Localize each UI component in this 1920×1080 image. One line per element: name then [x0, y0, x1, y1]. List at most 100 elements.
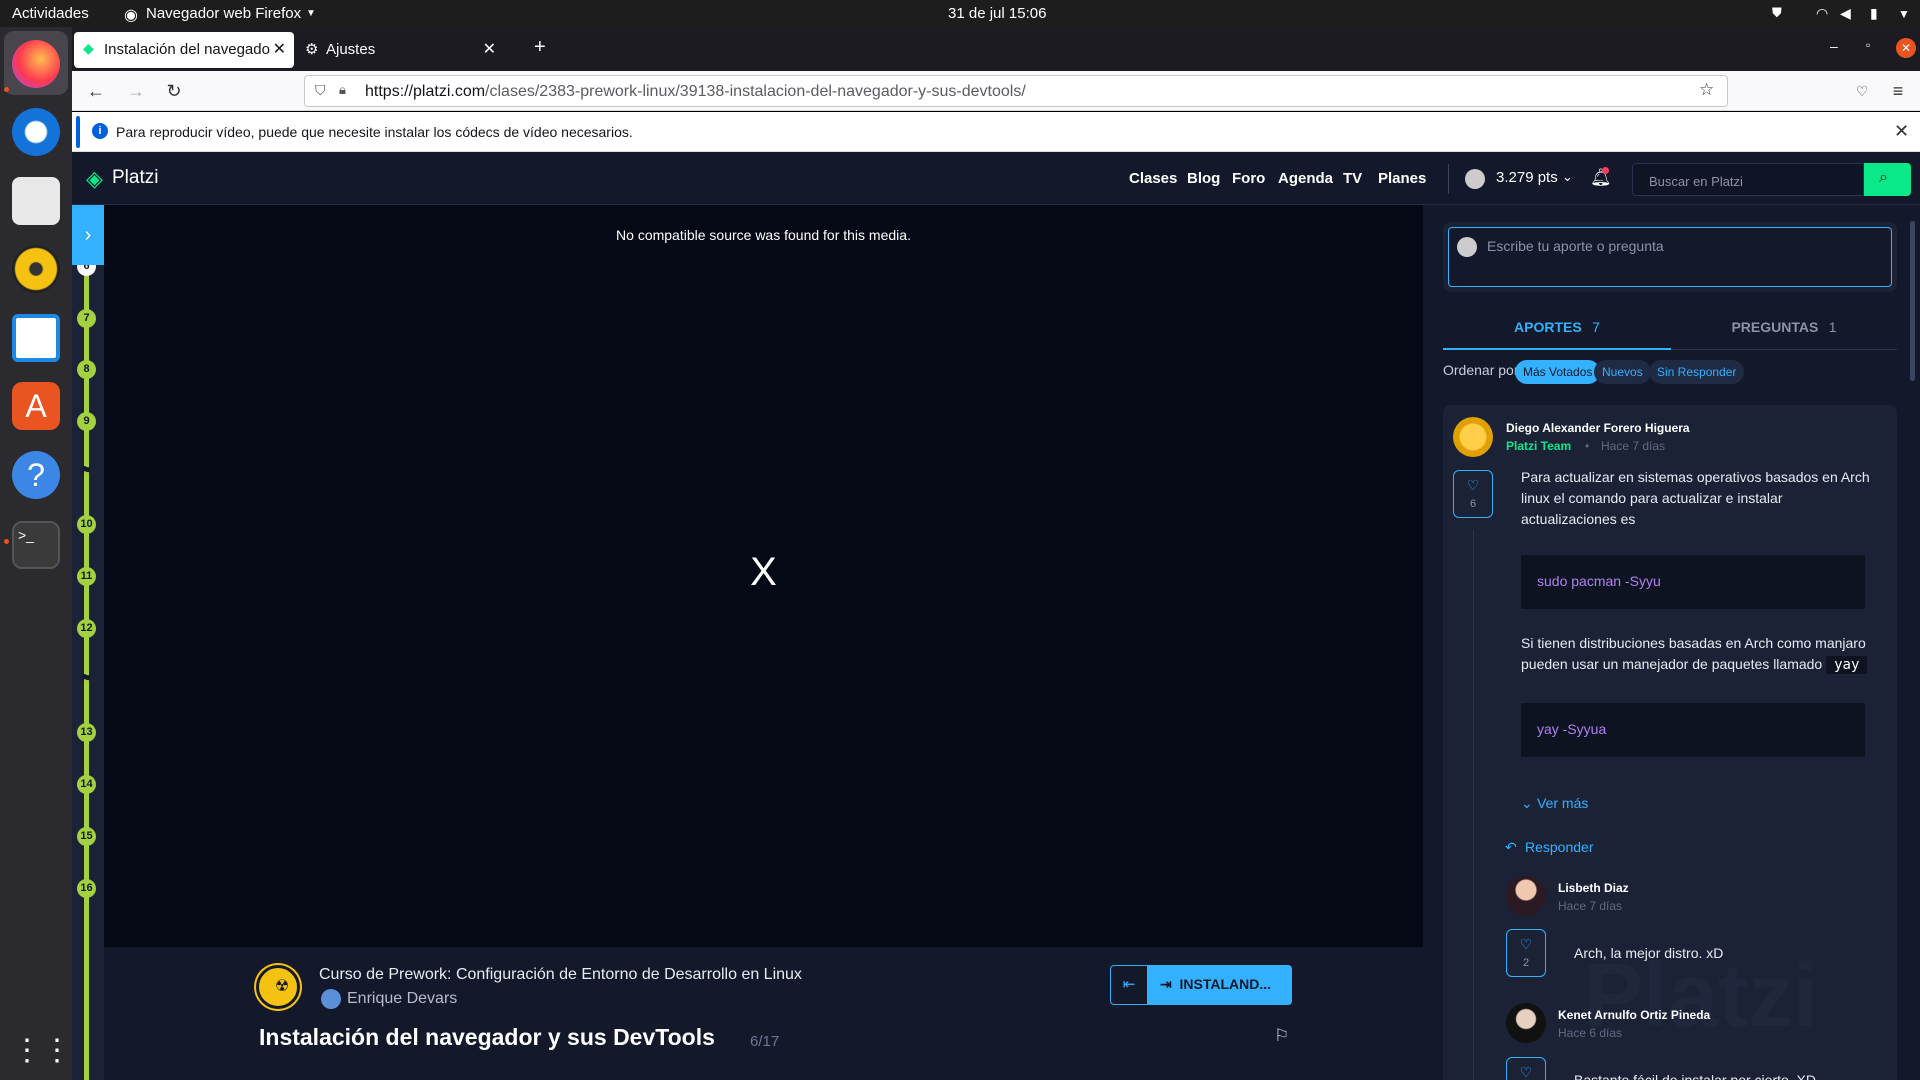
next-class-label: INSTALAND...: [1179, 976, 1272, 992]
reload-icon[interactable]: ↻: [162, 79, 186, 103]
next-class-button[interactable]: ⇥ INSTALAND...: [1148, 965, 1292, 1005]
reply-icon[interactable]: ↶: [1505, 839, 1517, 856]
heart-icon: ♡: [1519, 1064, 1533, 1080]
see-more-link[interactable]: Ver más: [1537, 795, 1588, 811]
user-avatar[interactable]: [1465, 169, 1485, 189]
help-icon[interactable]: ?: [12, 451, 60, 499]
menu-icon[interactable]: ≡: [1886, 79, 1910, 103]
sort-most-voted[interactable]: Más Votados: [1515, 360, 1601, 384]
platzi-logo-icon[interactable]: ◈: [86, 166, 103, 192]
software-center-icon[interactable]: A: [12, 382, 60, 430]
volume-icon[interactable]: ◀: [1840, 5, 1851, 22]
reply-avatar[interactable]: [1506, 1003, 1546, 1043]
sidebar-scrollbar[interactable]: [1910, 221, 1915, 381]
sort-unanswered[interactable]: Sin Responder: [1649, 360, 1745, 384]
app-grid-icon[interactable]: ⋮⋮⋮: [12, 1027, 102, 1075]
teacher-name[interactable]: Enrique Devars: [347, 990, 457, 1008]
tab-settings[interactable]: ⚙ Ajustes ✕: [296, 32, 504, 68]
rhythmbox-icon[interactable]: [12, 245, 60, 293]
author-name[interactable]: Diego Alexander Forero Higuera: [1506, 421, 1690, 435]
tracking-shield-icon[interactable]: ⛉: [315, 82, 326, 99]
flag-icon[interactable]: ⚑: [80, 671, 92, 687]
user-points[interactable]: 3.279 pts: [1496, 169, 1558, 186]
url-bar[interactable]: ⛉ 🔒︎ https://platzi.com/clases/2383-prew…: [304, 75, 1728, 107]
timeline-node-13[interactable]: 13: [77, 723, 96, 742]
app-menu[interactable]: Navegador web Firefox: [146, 5, 301, 22]
bookmark-star-icon[interactable]: ☆: [1699, 80, 1714, 100]
pocket-icon[interactable]: ♡: [1850, 79, 1874, 103]
like-button[interactable]: ♡ 2: [1506, 929, 1546, 977]
flag-icon[interactable]: ⚑: [80, 463, 92, 479]
tab-aportes[interactable]: APORTES 7: [1443, 310, 1671, 350]
search-input[interactable]: Buscar en Platzi: [1632, 163, 1864, 196]
close-icon[interactable]: ✕: [483, 39, 496, 59]
nav-foro[interactable]: Foro: [1232, 170, 1265, 187]
timeline-node-7[interactable]: 7: [77, 309, 96, 328]
comment-text: Si tienen distribuciones basadas en Arch…: [1521, 633, 1871, 676]
shield-icon[interactable]: ⛊: [1772, 5, 1782, 21]
reply-time: Hace 7 días: [1558, 899, 1623, 913]
like-button[interactable]: ♡ 6: [1453, 470, 1493, 518]
timeline-toggle-chevron-icon[interactable]: ›: [72, 205, 104, 265]
timeline-node-14[interactable]: 14: [77, 775, 96, 794]
minimize-icon[interactable]: –: [1830, 38, 1838, 54]
nav-tv[interactable]: TV: [1343, 170, 1362, 187]
window-close-icon[interactable]: ✕: [1896, 38, 1916, 58]
wifi-icon[interactable]: ◠: [1816, 5, 1828, 22]
reply-link[interactable]: Responder: [1525, 839, 1594, 855]
chevron-down-icon[interactable]: ⌄: [1562, 169, 1573, 185]
timeline-node-12[interactable]: 12: [77, 619, 96, 638]
files-icon[interactable]: [12, 177, 60, 225]
nav-planes[interactable]: Planes: [1378, 170, 1426, 187]
tab-preguntas[interactable]: PREGUNTAS 1: [1671, 310, 1897, 350]
platzi-logo[interactable]: Platzi: [112, 167, 158, 189]
nav-agenda[interactable]: Agenda: [1278, 170, 1333, 187]
timeline-node-8[interactable]: 8: [77, 360, 96, 379]
new-tab-icon[interactable]: +: [534, 36, 546, 59]
like-button[interactable]: ♡: [1506, 1057, 1546, 1080]
system-menu-chevron-icon[interactable]: ▼: [1898, 7, 1910, 21]
previous-class-button[interactable]: ⇤: [1110, 965, 1148, 1005]
lesson-title: Instalación del navegador y sus DevTools: [259, 1024, 715, 1050]
comment-input[interactable]: Escribe tu aporte o pregunta: [1448, 227, 1892, 287]
forward-icon[interactable]: →: [124, 79, 148, 103]
video-player[interactable]: No compatible source was found for this …: [104, 205, 1423, 947]
system-top-bar: Actividades ◉ Navegador web Firefox ▼ 31…: [0, 0, 1920, 27]
close-icon[interactable]: ✕: [1894, 121, 1909, 142]
tab-bar: ◆ Instalación del navegado ✕ ⚙ Ajustes ✕…: [72, 27, 1920, 71]
course-title[interactable]: Curso de Prework: Configuración de Entor…: [319, 966, 802, 984]
timeline-node-10[interactable]: 10: [77, 515, 96, 534]
thunderbird-icon[interactable]: [12, 108, 60, 156]
nav-clases[interactable]: Clases: [1129, 170, 1177, 187]
terminal-icon[interactable]: >_: [12, 521, 60, 569]
dot-separator: •: [1585, 439, 1590, 453]
timeline-node-11[interactable]: 11: [77, 567, 96, 586]
activities-button[interactable]: Actividades: [12, 5, 89, 22]
writer-icon[interactable]: [12, 314, 60, 362]
tab-platzi[interactable]: ◆ Instalación del navegado ✕: [74, 32, 294, 68]
code-block: sudo pacman -Syyu: [1521, 555, 1865, 609]
timeline-node-15[interactable]: 15: [77, 827, 96, 846]
reply-avatar[interactable]: [1506, 876, 1546, 916]
battery-icon[interactable]: ▮: [1870, 5, 1878, 22]
timeline-node-16[interactable]: 16: [77, 879, 96, 898]
reply-author[interactable]: Kenet Arnulfo Ortiz Pineda: [1558, 1008, 1710, 1022]
chevron-down-icon[interactable]: ⌄: [1521, 795, 1533, 812]
url-text: https://platzi.com/clases/2383-prework-l…: [365, 83, 1026, 101]
close-icon[interactable]: ✕: [273, 39, 286, 59]
sort-new[interactable]: Nuevos: [1594, 360, 1651, 384]
reply-author[interactable]: Lisbeth Diaz: [1558, 881, 1629, 895]
report-flag-icon[interactable]: ⚐: [1274, 1026, 1289, 1046]
nav-blog[interactable]: Blog: [1187, 170, 1220, 187]
back-icon[interactable]: ←: [84, 79, 108, 103]
clock[interactable]: 31 de jul 15:06: [948, 5, 1046, 22]
tab-count: 1: [1828, 319, 1837, 335]
search-button[interactable]: ⌕: [1864, 163, 1911, 196]
lock-icon[interactable]: 🔒︎: [339, 82, 346, 98]
video-close-icon[interactable]: X: [104, 550, 1423, 595]
reply-time: Hace 6 días: [1558, 1026, 1623, 1040]
firefox-icon[interactable]: [12, 40, 60, 88]
timeline-node-9[interactable]: 9: [77, 412, 96, 431]
author-avatar[interactable]: [1453, 417, 1493, 457]
maximize-icon[interactable]: ▫: [1866, 38, 1870, 52]
